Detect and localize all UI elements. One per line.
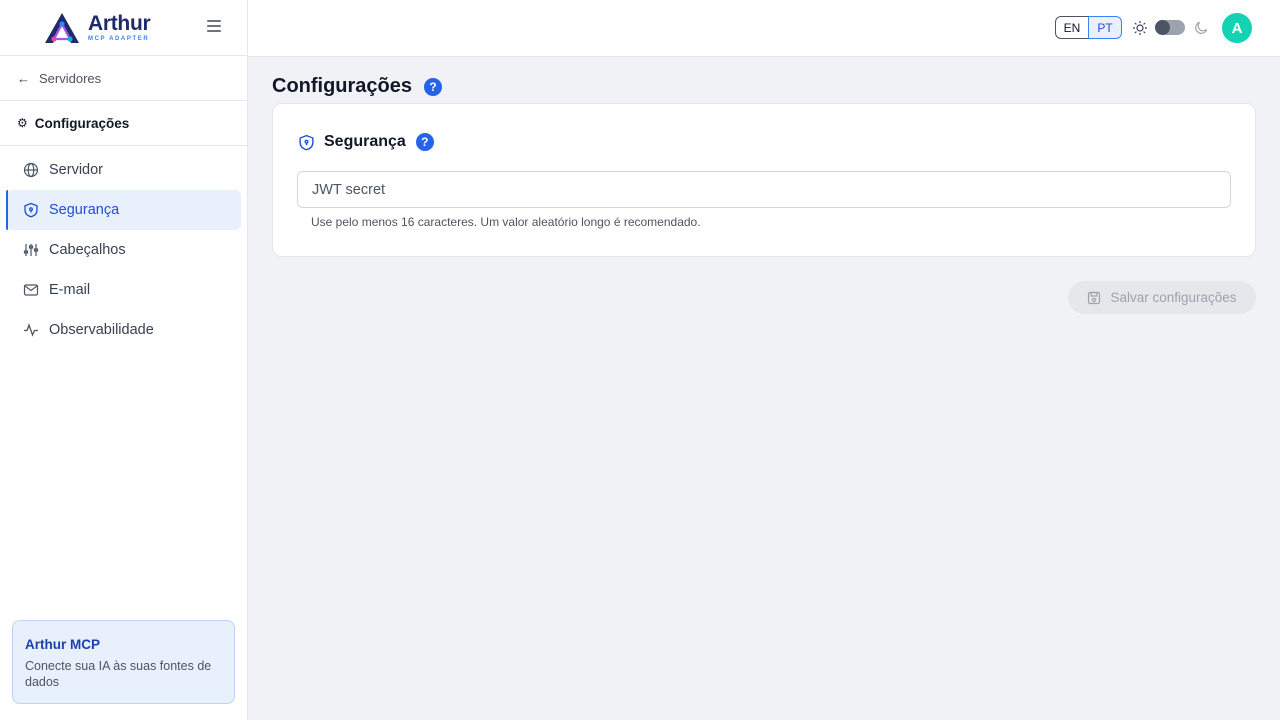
activity-icon — [22, 322, 39, 339]
brand-title: Arthur — [88, 12, 151, 35]
page-title: Configurações ? — [272, 75, 443, 98]
card-title: Segurança — [324, 133, 406, 150]
sliders-icon — [22, 242, 39, 259]
help-icon[interactable]: ? — [424, 77, 443, 96]
sidebar-item-label: E-mail — [49, 282, 91, 298]
promo-title: Arthur MCP — [25, 637, 100, 652]
sidebar-section-title: ⚙ Configurações — [0, 101, 247, 146]
brand-name: Arthur MCP ADAPTER — [88, 12, 151, 42]
shield-icon — [299, 134, 314, 150]
sidebar-item-label: Segurança — [49, 202, 120, 218]
logo-bar: Arthur MCP ADAPTER — [0, 0, 247, 56]
sidebar-item-email[interactable]: E-mail — [6, 270, 241, 310]
lang-pt-button[interactable]: PT — [1088, 16, 1122, 39]
promo-card: Arthur MCP Conecte sua IA às suas fontes… — [12, 620, 235, 704]
save-button-label: Salvar configurações — [1110, 290, 1237, 305]
settings-nav: Servidor Segurança Cabeçalhos E-mail Obs… — [0, 146, 247, 350]
promo-text: Conecte sua IA às suas fontes de dados — [25, 659, 212, 689]
save-icon — [1088, 291, 1101, 304]
gear-icon: ⚙ — [17, 116, 28, 130]
sidebar-item-label: Servidor — [49, 162, 103, 178]
sidebar-item-observabilidade[interactable]: Observabilidade — [6, 310, 241, 350]
section-title-label: Configurações — [34, 115, 130, 131]
moon-icon[interactable] — [1194, 20, 1209, 35]
sidebar-item-cabecalhos[interactable]: Cabeçalhos — [6, 230, 241, 270]
arrow-left-icon: ← — [17, 70, 30, 86]
lang-en-button[interactable]: EN — [1055, 16, 1089, 39]
sidebar-item-label: Cabeçalhos — [49, 242, 126, 258]
brand-subtitle: MCP ADAPTER — [88, 36, 150, 42]
topbar: EN PT A — [248, 0, 1280, 57]
sidebar: Arthur MCP ADAPTER ← Servidores ⚙ Config… — [0, 0, 248, 720]
hamburger-menu-icon[interactable] — [207, 20, 221, 34]
arthur-logo-icon[interactable] — [42, 11, 82, 45]
save-settings-button[interactable]: Salvar configurações — [1068, 281, 1256, 314]
mail-icon — [22, 282, 39, 299]
shield-icon — [22, 202, 39, 219]
language-switcher: EN PT — [1055, 16, 1122, 39]
card-header: Segurança ? — [298, 133, 434, 151]
sun-icon[interactable] — [1132, 20, 1148, 36]
page-title-text: Configurações — [272, 75, 413, 97]
help-icon[interactable]: ? — [415, 133, 434, 151]
avatar[interactable]: A — [1222, 13, 1252, 43]
back-link-label: Servidores — [39, 70, 102, 86]
sidebar-item-seguranca[interactable]: Segurança — [6, 190, 241, 230]
theme-toggle-knob — [1155, 20, 1170, 35]
globe-icon — [22, 162, 39, 179]
sidebar-item-label: Observabilidade — [49, 322, 154, 338]
jwt-secret-input[interactable] — [297, 171, 1231, 208]
jwt-secret-hint: Use pelo menos 16 caracteres. Um valor a… — [311, 215, 701, 229]
sidebar-item-servidor[interactable]: Servidor — [6, 150, 241, 190]
security-settings-card: Segurança ? Use pelo menos 16 caracteres… — [272, 103, 1256, 257]
back-to-servers-link[interactable]: ← Servidores — [0, 56, 247, 101]
theme-toggle[interactable] — [1155, 20, 1185, 35]
